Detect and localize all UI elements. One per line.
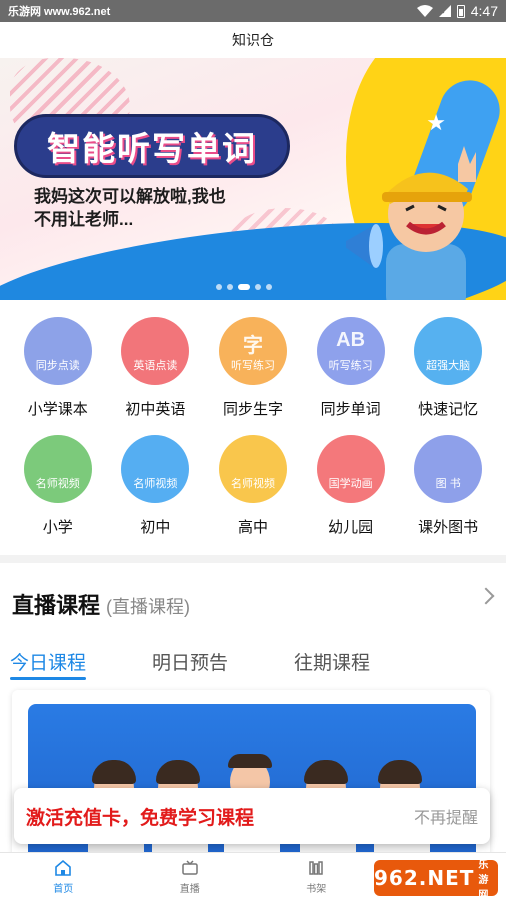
- feature-icon[interactable]: 名师视频: [23, 435, 92, 503]
- feature-icon[interactable]: 名师视频: [121, 435, 190, 503]
- course-tabs: 今日课程 明日预告 往期课程: [10, 648, 490, 680]
- feature-badge-text: 听写练习: [230, 360, 275, 372]
- chevron-right-icon[interactable]: [477, 587, 495, 605]
- feature-icon[interactable]: 国学动画: [316, 435, 385, 503]
- carousel-dot[interactable]: [255, 284, 261, 290]
- nav-label: 书架: [306, 883, 327, 895]
- feature-badge-text: 国学动画: [328, 478, 373, 490]
- banner-title: 智能听写单词: [47, 129, 257, 168]
- nav-bookshelf[interactable]: 书架: [253, 853, 380, 900]
- clock: 4:47: [470, 3, 498, 19]
- recharge-toast[interactable]: 激活充值卡，免费学习课程 不再提醒: [14, 788, 490, 844]
- feature-label: 快速记忆: [418, 401, 479, 418]
- feature-item[interactable]: 名师视频 小学: [13, 435, 103, 541]
- feature-label: 高中: [237, 519, 268, 536]
- home-icon: [55, 859, 72, 876]
- watermark-subtext: 乐游网: [478, 859, 490, 900]
- live-section-title: 直播课程: [12, 593, 101, 618]
- promo-banner[interactable]: ★ 智能听写单词 我妈这次可以解放啦,我也 不用让老师...: [0, 58, 506, 300]
- feature-label: 同步单词: [320, 401, 381, 418]
- feature-badge-text: 名师视频: [133, 478, 178, 490]
- feature-row: 名师视频 小学 名师视频 初中 名师视频 高中 国学动画 幼儿园图 书课外图书: [0, 435, 506, 541]
- nav-label: 直播: [179, 883, 200, 895]
- feature-icon[interactable]: 同步点读: [23, 317, 92, 385]
- feature-item[interactable]: AB 听写练习同步单词: [306, 317, 396, 423]
- feature-glyph: 字: [242, 335, 263, 357]
- feature-icon[interactable]: 英语点读: [121, 317, 190, 385]
- tab-today[interactable]: 今日课程: [10, 648, 87, 680]
- feature-icon[interactable]: 超强大脑: [414, 317, 483, 385]
- banner-subtitle-line: 不用让老师...: [34, 210, 134, 229]
- nav-home[interactable]: 首页: [0, 853, 127, 900]
- feature-icon[interactable]: 名师视频: [218, 435, 287, 503]
- feature-icon[interactable]: 图 书: [414, 435, 483, 503]
- feature-label: 同步生字: [222, 401, 283, 418]
- dismiss-button[interactable]: 不再提醒: [414, 804, 478, 828]
- carousel-indicator[interactable]: [216, 284, 272, 290]
- feature-glyph: AB: [336, 329, 366, 351]
- feature-badge-text: 同步点读: [35, 360, 80, 372]
- tv-icon: [182, 859, 198, 875]
- page-header: 知识仓: [0, 22, 506, 58]
- feature-badge-text: 超强大脑: [426, 360, 471, 372]
- feature-badge-text: 英语点读: [133, 360, 178, 372]
- watermark-text: 962.NET: [374, 866, 475, 890]
- signal-icon: [438, 5, 451, 17]
- feature-icon[interactable]: AB 听写练习: [316, 317, 385, 385]
- section-divider: [0, 555, 506, 563]
- banner-subtitle: 我妈这次可以解放啦,我也 不用让老师...: [34, 185, 226, 231]
- live-section-subtitle: (直播课程): [106, 597, 191, 617]
- feature-label: 初中: [140, 519, 171, 536]
- banner-subtitle-line: 我妈这次可以解放啦,我也: [34, 187, 226, 206]
- star-icon: ★: [426, 110, 446, 135]
- nav-label: 首页: [53, 883, 74, 895]
- feature-item[interactable]: 英语点读 初中英语: [110, 317, 200, 423]
- tab-tomorrow[interactable]: 明日预告: [152, 648, 228, 678]
- battery-icon: [456, 4, 465, 18]
- feature-item[interactable]: 同步点读 小学课本: [13, 317, 103, 423]
- feature-grid: 同步点读 小学课本 英语点读 初中英语字听写练习 同步生字 AB 听写练习 同步单词 超强大脑快…: [0, 312, 506, 541]
- feature-label: 幼儿园: [328, 519, 374, 536]
- wifi-icon: [416, 5, 433, 17]
- live-section-header[interactable]: 直播课程 (直播课程): [12, 587, 495, 620]
- feature-item[interactable]: 国学动画 幼儿园: [306, 435, 396, 541]
- feature-label: 小学课本: [27, 401, 88, 418]
- feature-item[interactable]: 名师视频 高中: [208, 435, 298, 541]
- feature-item[interactable]: 名师视频 初中: [110, 435, 200, 541]
- feature-badge-text: 图 书: [435, 478, 461, 490]
- cartoon-boy-illustration: [346, 146, 476, 300]
- feature-badge-text: 名师视频: [35, 478, 80, 490]
- feature-item[interactable]: 超强大脑 快速记忆: [403, 317, 493, 423]
- page-title: 知识仓: [232, 32, 274, 48]
- carousel-dot[interactable]: [216, 284, 222, 290]
- feature-row: 同步点读 小学课本 英语点读 初中英语字听写练习 同步生字 AB 听写练习 同步单词 超强大脑快…: [0, 317, 506, 423]
- carousel-dot[interactable]: [266, 284, 272, 290]
- toast-message[interactable]: 激活充值卡，免费学习课程: [26, 803, 254, 830]
- nav-live[interactable]: 直播: [127, 853, 254, 900]
- feature-label: 初中英语: [125, 401, 186, 418]
- feature-label: 课外图书: [418, 519, 479, 536]
- feature-icon[interactable]: 字听写练习: [218, 317, 287, 385]
- carrier-text: 乐游网 www.962.net: [8, 6, 111, 18]
- feature-badge-text: 名师视频: [230, 478, 275, 490]
- carousel-dot[interactable]: [227, 284, 233, 290]
- site-watermark-logo: 962.NET 乐游网: [374, 860, 498, 900]
- feature-label: 小学: [42, 519, 73, 536]
- carousel-dot-active[interactable]: [238, 284, 250, 290]
- tab-past[interactable]: 往期课程: [294, 648, 370, 678]
- banner-title-pill: 智能听写单词: [14, 114, 290, 178]
- feature-badge-text: 听写练习: [328, 360, 373, 372]
- feature-item[interactable]: 图 书课外图书: [403, 435, 493, 541]
- feature-item[interactable]: 字听写练习 同步生字: [208, 317, 298, 423]
- status-bar: 乐游网 www.962.net 4:47: [0, 0, 506, 22]
- bookshelf-icon: [309, 860, 323, 875]
